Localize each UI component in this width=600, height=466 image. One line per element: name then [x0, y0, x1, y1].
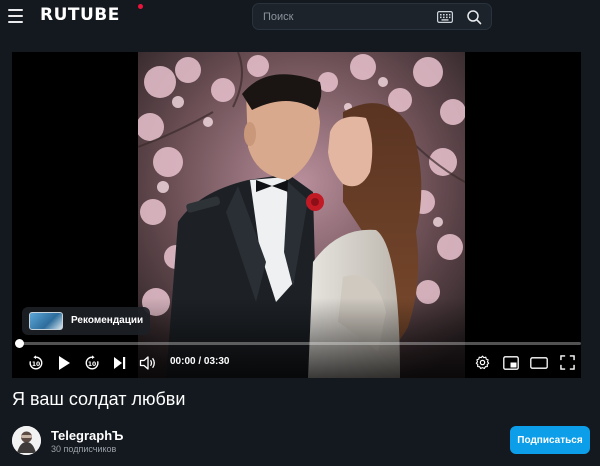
hamburger-menu-icon[interactable] — [8, 9, 24, 23]
channel-name[interactable]: TelegraphЪ — [51, 428, 123, 443]
forward-10-icon[interactable]: 10 — [84, 355, 100, 371]
playback-time: 00:00 / 03:30 — [170, 356, 230, 367]
duration: 03:30 — [203, 356, 230, 367]
progress-scrubber[interactable] — [15, 339, 24, 348]
recommendations-label: Рекомендации — [71, 315, 144, 326]
top-header: RUTUBE — [0, 0, 600, 40]
svg-text:10: 10 — [32, 361, 40, 368]
picture-in-picture-icon[interactable] — [503, 356, 519, 370]
theater-mode-icon[interactable] — [530, 357, 548, 369]
rutube-logo[interactable]: RUTUBE — [40, 5, 120, 25]
subscribe-button[interactable]: Подписаться — [510, 426, 590, 454]
progress-bar[interactable] — [15, 339, 581, 348]
logo-dot — [138, 4, 143, 9]
search-box — [252, 3, 492, 30]
next-icon[interactable] — [113, 355, 127, 371]
time-separator: / — [195, 356, 204, 367]
subscriber-count: 30 подписчиков — [51, 444, 117, 454]
settings-gear-icon[interactable] — [475, 355, 490, 370]
video-title: Я ваш солдат любви — [12, 389, 186, 409]
volume-icon[interactable] — [139, 355, 157, 371]
channel-avatar[interactable] — [12, 426, 41, 455]
play-icon[interactable] — [57, 355, 71, 371]
avatar-illustration — [12, 426, 41, 455]
search-icon[interactable] — [466, 9, 482, 25]
keyboard-icon[interactable] — [437, 11, 453, 23]
fullscreen-icon[interactable] — [560, 355, 575, 370]
recommendations-button[interactable]: Рекомендации — [22, 307, 150, 335]
current-time: 00:00 — [170, 356, 196, 367]
search-input[interactable] — [263, 9, 423, 25]
rewind-10-icon[interactable]: 10 — [28, 355, 44, 371]
svg-text:10: 10 — [88, 361, 96, 368]
recommendation-thumbnail — [29, 312, 63, 330]
